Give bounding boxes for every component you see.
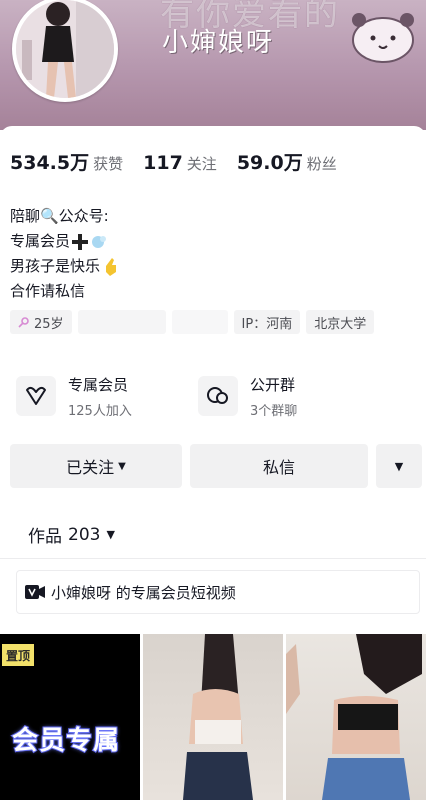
- age-text: 25岁: [34, 316, 64, 332]
- video-photo-icon: [183, 634, 253, 800]
- school-tag[interactable]: 北京大学: [306, 310, 375, 334]
- followed-button[interactable]: 已关注 ▼: [10, 444, 182, 488]
- features-row: 专属会员 125人加入 公开群 3个群聊: [10, 369, 366, 423]
- video-thumbnail[interactable]: 置顶 会员专属: [0, 634, 140, 800]
- school-text: 北京大学: [314, 316, 367, 332]
- following-count: 117: [143, 152, 183, 174]
- bio-line-4: 合作请私信: [10, 282, 86, 300]
- member-title: 专属会员: [68, 375, 129, 394]
- group-chat-icon: [198, 376, 238, 416]
- video-grid: 置顶 会员专属: [0, 634, 426, 800]
- likes-count: 534.5万: [10, 152, 90, 174]
- caret-down-icon: ▼: [106, 528, 115, 541]
- followed-label: 已关注: [66, 458, 115, 477]
- age-tag: 25岁: [10, 310, 72, 334]
- caret-down-icon: ▼: [118, 460, 126, 472]
- bio-line-2: 专属会员: [10, 232, 71, 250]
- works-label: 作品: [28, 527, 62, 547]
- bio-line-1: 陪聊🔍公众号:: [10, 207, 109, 225]
- followers-label: 粉丝: [306, 155, 337, 173]
- avatar[interactable]: [12, 0, 118, 102]
- bear-sticker-icon: [352, 13, 414, 63]
- group-title: 公开群: [250, 375, 296, 394]
- stat-following[interactable]: 117 关注: [143, 152, 217, 174]
- likes-label: 获赞: [93, 155, 124, 173]
- female-icon: [18, 317, 29, 328]
- stat-followers[interactable]: 59.0万 粉丝: [237, 148, 337, 175]
- vip-banner-text: 小婶娘呀 的专属会员短视频: [51, 583, 236, 602]
- followers-count: 59.0万: [236, 152, 303, 174]
- video-thumbnail[interactable]: [143, 634, 283, 800]
- member-sub: 125人加入: [68, 403, 132, 419]
- following-label: 关注: [186, 155, 217, 173]
- member-feature[interactable]: 专属会员 125人加入: [10, 369, 184, 423]
- stat-likes[interactable]: 534.5万 获赞: [10, 148, 123, 175]
- bio-line-2-wrap: 专属会员: [10, 229, 118, 254]
- bio-line-3: 男孩子是快乐: [10, 257, 101, 275]
- works-count: 203: [68, 524, 101, 545]
- video-photo-icon: [286, 634, 422, 800]
- pinned-badge: 置顶: [2, 644, 35, 666]
- plus-bubble-icon: [72, 233, 107, 250]
- video-thumbnail[interactable]: [286, 634, 426, 800]
- chevron-down-icon: ▼: [394, 459, 404, 473]
- action-buttons: 已关注 ▼ 私信 ▼: [10, 444, 422, 488]
- vip-video-banner[interactable]: 小婶娘呀 的专属会员短视频: [16, 570, 420, 614]
- tags-row: 25岁 IP：河南 北京大学: [10, 310, 375, 334]
- tab-divider: [0, 558, 426, 559]
- more-button[interactable]: ▼: [376, 444, 422, 488]
- group-sub: 3个群聊: [250, 403, 298, 419]
- heart-v-icon: [16, 376, 56, 416]
- profile-card: 534.5万 获赞 117 关注 59.0万 粉丝 陪聊🔍公众号: 专属会员 男孩子是…: [0, 126, 426, 800]
- cover-text: 会员专属: [11, 725, 121, 757]
- ip-tag: IP：河南: [233, 310, 301, 334]
- group-feature[interactable]: 公开群 3个群聊: [192, 369, 366, 423]
- message-button[interactable]: 私信: [190, 444, 368, 488]
- message-label: 私信: [262, 458, 295, 477]
- avatar-photo-icon: [16, 0, 114, 98]
- ip-text: IP：河南: [241, 316, 293, 332]
- video-v-icon: [25, 585, 45, 599]
- blurred-tag: [77, 310, 166, 334]
- thumb-emoji-icon: [106, 257, 117, 276]
- tab-works[interactable]: 作品 203 ▼: [28, 522, 115, 548]
- bio-line-3-wrap: 男孩子是快乐: [10, 254, 118, 279]
- profile-banner: 有你爱看的 小婶娘呀: [0, 0, 426, 130]
- banner-handle: 小婶娘呀: [162, 28, 275, 58]
- blurred-tag-2: [171, 310, 228, 334]
- stats-row: 534.5万 获赞 117 关注 59.0万 粉丝: [10, 148, 337, 175]
- bio: 陪聊🔍公众号: 专属会员 男孩子是快乐 合作请私信: [10, 204, 118, 304]
